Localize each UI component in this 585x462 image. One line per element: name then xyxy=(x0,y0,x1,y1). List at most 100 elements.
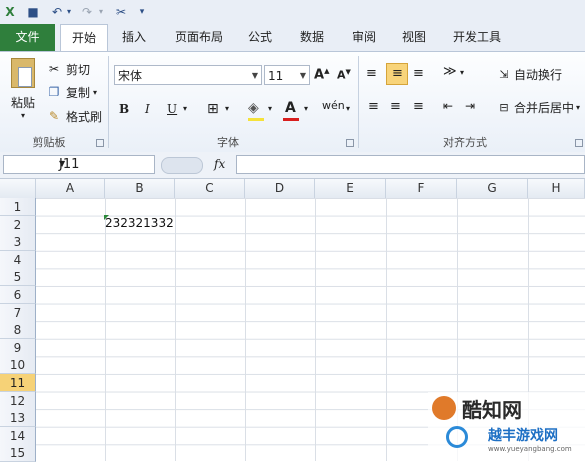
column-header-f[interactable]: F xyxy=(386,179,457,198)
font-color-icon[interactable]: A xyxy=(285,100,296,116)
bold-button[interactable]: B xyxy=(119,102,129,116)
name-box[interactable]: J11 ▼ xyxy=(3,155,155,174)
row-header[interactable]: 7 xyxy=(0,304,36,322)
row-header[interactable]: 13 xyxy=(0,409,36,427)
grid-line xyxy=(245,198,246,461)
paste-button[interactable]: 粘贴 ▾ xyxy=(6,56,40,120)
column-header-c[interactable]: C xyxy=(175,179,245,198)
row-header[interactable]: 6 xyxy=(0,286,36,304)
tab-insert[interactable]: 插入 xyxy=(110,24,158,51)
chevron-down-icon: ▼ xyxy=(59,159,66,168)
row-header[interactable]: 1 xyxy=(0,198,36,216)
fill-dropdown-icon[interactable]: ▾ xyxy=(268,104,272,113)
wrap-text-button[interactable]: ⇲ 自动换行 xyxy=(496,66,562,83)
increase-indent-icon[interactable]: ⇥ xyxy=(465,99,475,113)
alignment-launcher-icon[interactable] xyxy=(575,139,583,147)
font-name-combo[interactable]: 宋体 ▼ xyxy=(114,65,262,85)
clipboard-group-label: 剪贴板 xyxy=(32,136,66,149)
copy-label: 复制 xyxy=(66,85,91,100)
excel-logo-icon: X xyxy=(5,4,15,19)
decrease-font-button[interactable]: A▼ xyxy=(337,68,351,82)
tab-file[interactable]: 文件 xyxy=(0,24,55,51)
font-size-combo[interactable]: 11 ▼ xyxy=(264,65,310,85)
tab-page-layout[interactable]: 页面布局 xyxy=(166,24,232,51)
paste-dropdown-icon: ▾ xyxy=(20,111,25,120)
italic-button[interactable]: I xyxy=(145,102,150,116)
fill-color-icon[interactable]: ◈ xyxy=(248,100,259,116)
format-painter-label: 格式刷 xyxy=(66,109,103,124)
row-header[interactable]: 9 xyxy=(0,339,36,357)
formula-input[interactable] xyxy=(236,155,585,174)
row-header[interactable]: 14 xyxy=(0,427,36,445)
align-right-icon[interactable]: ≡ xyxy=(413,99,424,114)
column-headers: A B C D E F G H xyxy=(0,179,585,199)
underline-dropdown-icon[interactable]: ▾ xyxy=(183,104,187,113)
insert-function-icon[interactable]: fx xyxy=(214,157,225,171)
row-header[interactable]: 5 xyxy=(0,268,36,286)
increase-font-button[interactable]: A▲ xyxy=(314,67,329,82)
clipboard-launcher-icon[interactable] xyxy=(96,139,104,147)
tab-review[interactable]: 审阅 xyxy=(342,24,386,51)
undo-icon[interactable]: ↶ xyxy=(50,4,64,19)
tab-formulas[interactable]: 公式 xyxy=(238,24,282,51)
customize-toolbar-icon[interactable]: ▾ xyxy=(138,4,146,19)
tab-view[interactable]: 视图 xyxy=(392,24,436,51)
column-header-g[interactable]: G xyxy=(457,179,528,198)
tools-icon[interactable]: ✂ xyxy=(113,4,129,19)
ribbon-tabs: 文件 开始 插入 页面布局 公式 数据 审阅 视图 开发工具 xyxy=(0,24,585,52)
column-header-h[interactable]: H xyxy=(528,179,585,198)
merge-center-button[interactable]: ⊟ 合并后居中 ▾ xyxy=(496,99,580,116)
row-header[interactable]: 12 xyxy=(0,392,36,410)
wrap-text-icon: ⇲ xyxy=(499,67,509,81)
align-left-icon[interactable]: ≡ xyxy=(368,99,379,114)
align-top-icon[interactable]: ≡ xyxy=(366,66,377,81)
save-icon[interactable]: ■ xyxy=(26,4,40,19)
column-header-d[interactable]: D xyxy=(245,179,315,198)
cell-b2[interactable]: 232321332 xyxy=(105,216,174,230)
format-painter-button[interactable]: ✎ 格式刷 xyxy=(46,107,102,125)
scissors-icon: ✂ xyxy=(48,62,60,76)
cut-label: 剪切 xyxy=(66,62,91,77)
row-header[interactable]: 4 xyxy=(0,251,36,269)
merge-dropdown-icon: ▾ xyxy=(576,103,581,112)
row-header[interactable]: 3 xyxy=(0,233,36,251)
undo-dropdown-icon[interactable]: ▾ xyxy=(65,4,73,19)
row-header[interactable]: 15 xyxy=(0,444,36,462)
row-header[interactable]: 2 xyxy=(0,216,36,234)
watermark: 酷知网 越丰游戏网 www.yueyangbang.com xyxy=(428,392,585,461)
borders-dropdown-icon[interactable]: ▾ xyxy=(225,104,229,113)
watermark-title: 酷知网 xyxy=(462,398,522,422)
phonetic-dropdown-icon[interactable]: ▾ xyxy=(346,104,350,113)
tab-data[interactable]: 数据 xyxy=(290,24,334,51)
formula-bar-toggle[interactable] xyxy=(161,157,203,174)
redo-icon[interactable]: ↷ xyxy=(80,4,94,19)
orientation-icon[interactable]: ≫ xyxy=(443,64,457,79)
row-header[interactable]: 10 xyxy=(0,356,36,374)
watermark-url: www.yueyangbang.com xyxy=(488,445,572,453)
row-header-selected[interactable]: 11 xyxy=(0,374,36,392)
select-all-corner[interactable] xyxy=(0,179,36,198)
borders-icon[interactable]: ⊞ xyxy=(207,101,219,117)
column-header-e[interactable]: E xyxy=(315,179,386,198)
font-launcher-icon[interactable] xyxy=(346,139,354,147)
align-center-icon[interactable]: ≡ xyxy=(390,99,401,114)
align-middle-button[interactable]: ≡ xyxy=(386,63,408,85)
row-header[interactable]: 8 xyxy=(0,321,36,339)
watermark-subtitle: 越丰游戏网 xyxy=(488,428,558,444)
column-header-a[interactable]: A xyxy=(36,179,105,198)
cut-button[interactable]: ✂ 剪切 xyxy=(46,60,90,78)
phonetic-guide-icon[interactable]: wén xyxy=(322,99,345,112)
font-group-label: 字体 xyxy=(217,136,239,149)
redo-dropdown-icon[interactable]: ▾ xyxy=(97,4,105,19)
copy-button[interactable]: ❐ 复制 ▾ xyxy=(46,83,97,101)
column-header-b[interactable]: B xyxy=(105,179,175,198)
align-bottom-icon[interactable]: ≡ xyxy=(413,66,424,81)
tab-home[interactable]: 开始 xyxy=(60,24,108,52)
tab-developer[interactable]: 开发工具 xyxy=(444,24,510,51)
underline-button[interactable]: U xyxy=(167,102,177,116)
orientation-dropdown-icon[interactable]: ▾ xyxy=(460,68,464,77)
font-color-dropdown-icon[interactable]: ▾ xyxy=(304,104,308,113)
watermark-wifi-icon xyxy=(446,426,468,448)
decrease-indent-icon[interactable]: ⇤ xyxy=(443,99,453,113)
grid-line xyxy=(315,198,316,461)
